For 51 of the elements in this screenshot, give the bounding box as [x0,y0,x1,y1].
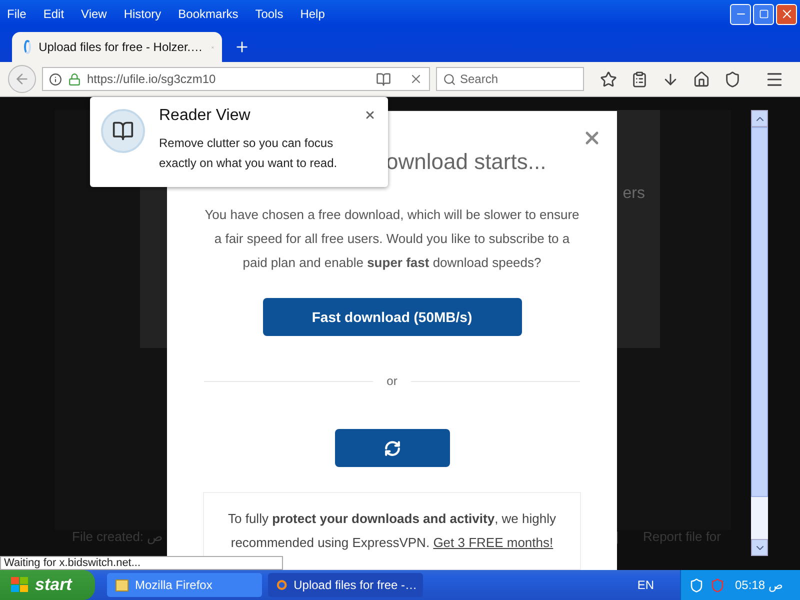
new-tab-icon[interactable] [234,39,250,55]
address-field[interactable]: https://ufile.io/sg3czm10 [42,67,430,91]
close-button[interactable] [776,4,797,24]
bookmark-star-icon[interactable] [600,70,617,88]
restore-button[interactable] [753,4,774,24]
shield-icon [689,578,704,592]
reader-view-icon[interactable] [376,72,391,86]
vpn-offer-link[interactable]: Get 3 FREE months! [433,535,554,550]
minimize-button[interactable] [730,4,751,24]
menu-item[interactable]: Bookmarks [178,7,238,21]
browser-tab[interactable]: Upload files for free - Holzer.… [12,32,222,62]
info-icon [49,72,62,86]
clock-text: 05:18 ص [735,578,784,592]
download-button[interactable] [334,429,450,467]
menu-item[interactable]: Tools [255,7,284,21]
menu-item[interactable]: File [7,7,26,21]
lock-icon [68,72,81,86]
separator-text: | [616,528,619,544]
menu-item[interactable]: View [81,7,107,21]
folder-icon [115,578,129,592]
menu-item[interactable]: Help [300,7,325,21]
back-button[interactable] [8,65,36,93]
popup-title: Reader View [159,107,252,125]
language-indicator: EN [637,578,654,592]
vpn-message: To fully protect your downloads and activity, we highly recommended using ExpressVPN. Get 3 FREE months! [227,510,557,552]
start-button[interactable]: start [0,570,95,600]
stop-icon[interactable] [409,72,423,86]
scroll-thumb[interactable] [751,127,768,497]
popup-close-icon[interactable] [364,109,376,121]
globe-icon [276,578,288,592]
scroll-down-icon[interactable] [751,539,768,556]
reading-list-icon[interactable] [631,70,648,88]
home-icon[interactable] [693,70,710,88]
fast-download-button[interactable]: Fast download (50MB/s) [262,298,522,336]
dimmed-text: ers [622,185,645,204]
menu-item[interactable]: History [124,7,162,21]
reader-view-icon [101,109,145,153]
search-field[interactable]: Search [436,67,584,91]
status-text: Waiting for x.bidswitch.net... [0,556,283,570]
taskbar-button[interactable]: Upload files for free -… [268,573,423,597]
modal-heading: ownload starts... [386,149,546,175]
divider-text: or [386,374,398,388]
taskbar-button[interactable]: Mozilla Firefox [107,573,262,597]
menu-item[interactable]: Edit [43,7,64,21]
popup-text: Remove clutter so you can focus exactly on what you want to read. [159,135,338,172]
windows-logo-icon [10,576,30,594]
search-icon [443,72,456,86]
restore-icon [758,9,768,19]
modal-message: You have chosen a free download, which will be slower to ensure a fair speed for all free users. Would you like to subscribe to a paid plan and enable super fast download speeds? [204,206,580,272]
security-icon [710,578,725,592]
scroll-up-icon[interactable] [751,110,768,127]
